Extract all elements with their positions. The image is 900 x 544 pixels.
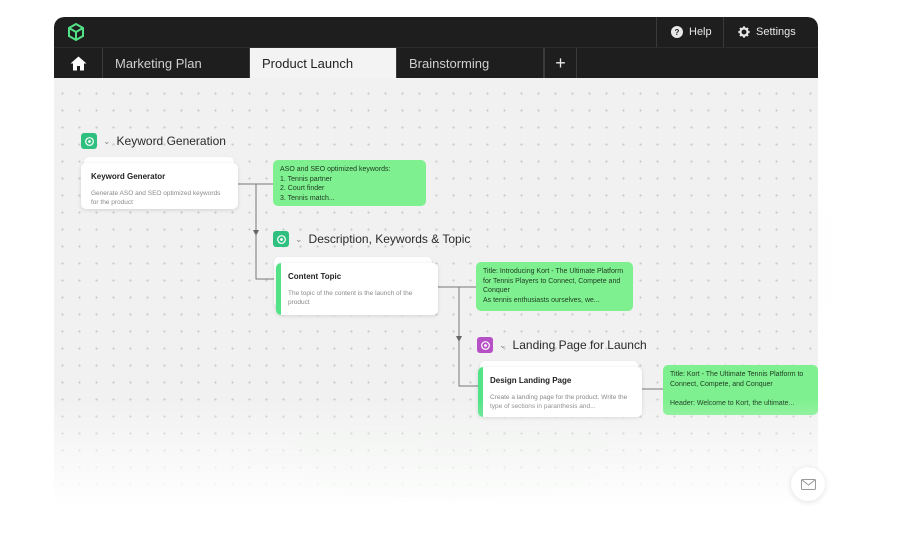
chatgpt-icon — [273, 231, 289, 247]
chevron-down-icon[interactable]: ⌄ — [103, 136, 111, 147]
group-title: Description, Keywords & Topic — [308, 232, 471, 246]
chatgpt-icon — [477, 337, 493, 353]
tab-label: Product Launch — [262, 55, 354, 71]
output-bubble[interactable]: Title: Introducing Kort - The Ultimate P… — [476, 262, 633, 311]
tab-product-launch[interactable]: Product Launch — [250, 48, 397, 78]
contact-button[interactable] — [791, 467, 825, 501]
group-header-description-keywords-topic[interactable]: ⌄ Description, Keywords & Topic — [273, 231, 470, 247]
plus-icon: + — [555, 52, 566, 73]
card-title: Content Topic — [288, 272, 342, 281]
help-label: Help — [689, 26, 712, 38]
connector-line — [238, 183, 259, 236]
content-topic-card[interactable]: Content Topic The topic of the content i… — [276, 263, 438, 315]
card-accent-bar — [276, 263, 281, 315]
design-landing-page-card[interactable]: Design Landing Page Create a landing pag… — [478, 367, 642, 417]
group-title: Keyword Generation — [116, 134, 226, 148]
gear-icon — [738, 26, 750, 38]
settings-label: Settings — [756, 26, 796, 38]
card-accent-bar — [478, 367, 483, 417]
card-title: Keyword Generator — [91, 172, 166, 181]
top-bar: ? Help Settings — [54, 17, 818, 47]
svg-text:?: ? — [675, 28, 680, 37]
connector-line — [438, 286, 462, 342]
card-title: Design Landing Page — [490, 376, 572, 385]
tab-brainstorming[interactable]: Brainstorming — [397, 48, 544, 78]
connector-line — [458, 339, 478, 387]
card-description: Generate ASO and SEO optimized keywords … — [91, 190, 221, 206]
home-tab[interactable] — [54, 48, 103, 78]
keyword-generator-card[interactable]: Keyword Generator Generate ASO and SEO o… — [81, 163, 238, 209]
card-description: Create a landing page for the product. W… — [490, 394, 628, 410]
mail-icon — [800, 478, 816, 490]
home-icon — [70, 56, 86, 70]
chevron-down-icon[interactable]: ⌄ — [295, 234, 303, 245]
tab-bar: Marketing Plan Product Launch Brainstorm… — [54, 47, 818, 78]
settings-button[interactable]: Settings — [723, 17, 810, 47]
group-header-landing-page[interactable]: ⌄ Landing Page for Launch — [477, 337, 647, 353]
tab-label: Marketing Plan — [115, 55, 202, 71]
help-button[interactable]: ? Help — [656, 17, 726, 47]
app-logo-icon — [68, 22, 84, 42]
output-bubble[interactable]: ASO and SEO optimized keywords: 1. Tenni… — [273, 160, 426, 206]
chevron-down-icon[interactable]: ⌄ — [499, 340, 507, 351]
output-bubble[interactable]: Title: Kort - The Ultimate Tennis Platfo… — [663, 365, 818, 415]
add-tab-button[interactable]: + — [544, 48, 577, 78]
tab-marketing-plan[interactable]: Marketing Plan — [103, 48, 250, 78]
app-window: ? Help Settings Marketing Plan Product L… — [54, 17, 818, 507]
group-title: Landing Page for Launch — [512, 338, 647, 352]
help-icon: ? — [671, 26, 683, 38]
tab-label: Brainstorming — [409, 55, 490, 71]
group-header-keyword-generation[interactable]: ⌄ Keyword Generation — [81, 133, 226, 149]
card-description: The topic of the content is the launch o… — [288, 290, 413, 306]
chatgpt-icon — [81, 133, 97, 149]
flow-connectors — [238, 183, 663, 390]
